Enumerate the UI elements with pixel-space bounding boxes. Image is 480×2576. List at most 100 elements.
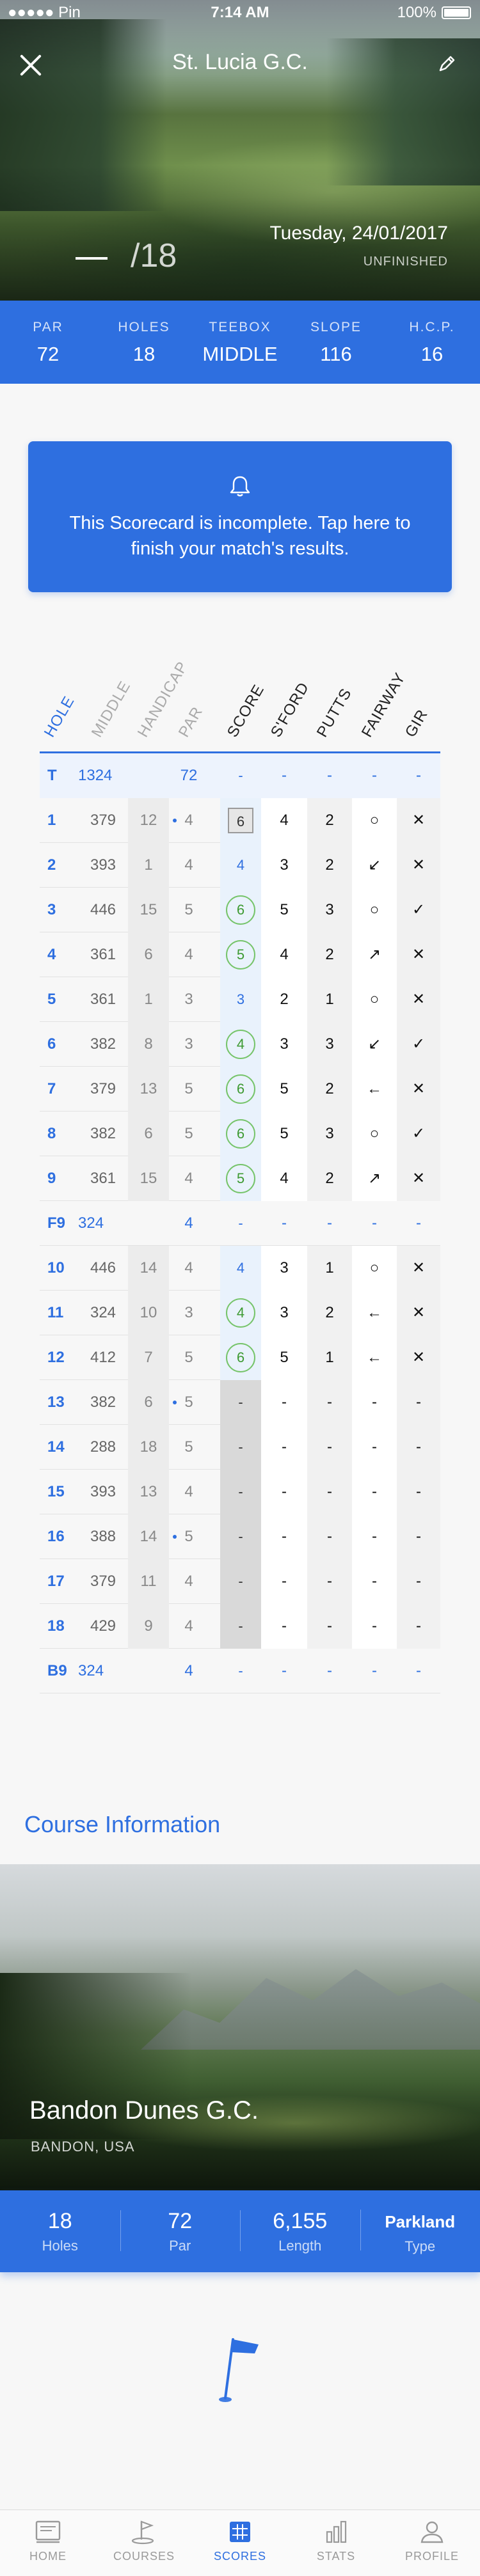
scorecard-row[interactable]: 14 288 18 5- - - - - — [40, 1425, 440, 1470]
scorecard-row[interactable]: 6 382 8 3 3 3 ↙ ✓ 4 — [40, 1022, 440, 1067]
tab-scores[interactable]: SCORES — [192, 2510, 288, 2576]
cell-gir: ✓ — [397, 1022, 440, 1067]
cell-fairway: - — [352, 1470, 397, 1514]
cell-score[interactable]: - — [220, 1514, 261, 1559]
course-stat-value: 6,155 — [273, 2208, 328, 2233]
col-header-par: PAR — [175, 703, 207, 741]
tab-profile[interactable]: PROFILE — [384, 2510, 480, 2576]
cell-score[interactable]: - — [220, 1470, 261, 1514]
cell-gir: ✕ — [397, 843, 440, 888]
col-header-middle: MIDDLE — [88, 678, 134, 741]
cell-fairway: - — [352, 1380, 397, 1425]
scorecard-row[interactable]: 1 379 12 4 4 2 ○ ✕ 6 — [40, 798, 440, 843]
scorecard-row[interactable]: 4 361 6 4 4 2 ↗ ✕ 5 — [40, 932, 440, 977]
cell-score[interactable]: 4 — [220, 1291, 261, 1335]
cell-gir: ✕ — [397, 1246, 440, 1291]
col-header-stableford: S'FORD — [267, 679, 313, 741]
cell-handicap: 18 — [128, 1425, 169, 1470]
cell-hole: 1 — [47, 812, 56, 829]
scorecard-row[interactable]: 7 379 13 5 5 2 ← ✕ 6 — [40, 1067, 440, 1111]
cell-gir: ✓ — [397, 888, 440, 932]
stat-label: SLOPE — [310, 320, 362, 334]
scorecard-row[interactable]: 10 446 14 4 3 1 ○ ✕ 4 — [40, 1246, 440, 1291]
scorecard-row[interactable]: 13 382 6 5- - - - - — [40, 1380, 440, 1425]
current-hole-placeholder — [76, 257, 108, 260]
tab-label: HOME — [29, 2550, 67, 2563]
scorecard-row[interactable]: 12 412 7 5 5 1 ← ✕ 6 — [40, 1335, 440, 1380]
cell-fairway: - — [352, 1604, 397, 1649]
course-title: St. Lucia G.C. — [172, 50, 308, 74]
scorecard-row[interactable]: 9 361 15 4 4 2 ↗ ✕ 5 — [40, 1156, 440, 1201]
score-value: - — [238, 1439, 243, 1455]
tab-label: SCORES — [213, 2550, 267, 2563]
scorecard-row[interactable]: 8 382 6 5 5 3 ○ ✓ 6 — [40, 1111, 440, 1156]
cell-score[interactable]: - — [220, 1559, 261, 1604]
cell-middle: 379 — [90, 1080, 116, 1097]
cell-fairway: ↙ — [352, 843, 397, 888]
scorecard-row[interactable]: 15 393 13 4- - - - - — [40, 1470, 440, 1514]
cell-putts: 1 — [307, 1246, 352, 1291]
cell-score[interactable]: - — [220, 1380, 261, 1425]
cell-stableford: 5 — [261, 888, 307, 932]
stat-value: 72 — [36, 343, 60, 365]
score-value: 6 — [226, 1074, 255, 1104]
score-value: - — [238, 1484, 243, 1500]
round-date: Tuesday, 24/01/2017 — [269, 223, 448, 244]
cell-score[interactable]: - — [220, 1604, 261, 1649]
cell-score[interactable]: 4 — [220, 843, 261, 888]
score-value: 5 — [226, 940, 255, 970]
cell-score[interactable]: 5 — [220, 932, 261, 977]
stat-label: TEEBOX — [209, 320, 271, 334]
cell-stableford: - — [261, 1380, 307, 1425]
incomplete-scorecard-alert[interactable]: This Scorecard is incomplete. Tap here t… — [28, 441, 452, 592]
cell-putts: - — [327, 767, 332, 784]
scorecard-row[interactable]: 11 324 10 3 3 2 ← ✕ 4 — [40, 1291, 440, 1335]
cell-score[interactable]: 4 — [220, 1246, 261, 1291]
cell-score[interactable]: 6 — [220, 1067, 261, 1111]
cell-putts: - — [307, 1559, 352, 1604]
cell-gir: ✓ — [397, 1111, 440, 1156]
cell-hole: 8 — [47, 1125, 56, 1142]
cell-score[interactable]: 3 — [220, 977, 261, 1022]
cell-handicap: 12 — [128, 798, 169, 843]
tab-home[interactable]: HOME — [0, 2510, 96, 2576]
cell-middle: 379 — [90, 1573, 116, 1590]
cell-score: - — [220, 1649, 261, 1693]
scorecard-row[interactable]: 16 388 14 5- - - - - — [40, 1514, 440, 1559]
cell-fairway: - — [352, 1559, 397, 1604]
edit-icon[interactable] — [438, 54, 457, 73]
cell-gir: - — [416, 1662, 421, 1679]
cell-score[interactable]: 5 — [220, 1156, 261, 1201]
cell-handicap: 15 — [128, 1156, 169, 1201]
cell-middle: 361 — [90, 1170, 116, 1187]
cell-score[interactable]: 6 — [220, 798, 261, 843]
score-value: 6 — [226, 1119, 255, 1149]
stat-value: MIDDLE — [202, 343, 278, 365]
scorecard-row[interactable]: 2 393 1 4 3 2 ↙ ✕ 4 — [40, 843, 440, 888]
cell-score[interactable]: 6 — [220, 888, 261, 932]
cell-stableford: 3 — [261, 1022, 307, 1067]
tab-stats[interactable]: STATS — [288, 2510, 384, 2576]
tab-bar: HOME COURSES SCORES STATS PROFILE — [0, 2509, 480, 2576]
cell-stableford: 5 — [261, 1067, 307, 1111]
cell-handicap: 1 — [128, 977, 169, 1022]
course-stat-label: Par — [169, 2237, 191, 2254]
cell-middle: 324 — [78, 1662, 104, 1679]
col-header-hole: HOLE — [40, 693, 78, 741]
scorecard-row[interactable]: 5 361 1 3 2 1 ○ ✕ 3 — [40, 977, 440, 1022]
tab-courses[interactable]: COURSES — [96, 2510, 192, 2576]
score-value: - — [238, 1618, 243, 1634]
cell-score[interactable]: - — [220, 1425, 261, 1470]
cell-gir: ✕ — [397, 932, 440, 977]
cell-handicap: 15 — [128, 888, 169, 932]
scorecard-row[interactable]: 17 379 11 4- - - - - — [40, 1559, 440, 1604]
stat-handicap: H.C.P. 16 — [384, 301, 480, 384]
scorecard-row[interactable]: 3 446 15 5 5 3 ○ ✓ 6 — [40, 888, 440, 932]
scorecard-row[interactable]: 18 429 9 4- - - - - — [40, 1604, 440, 1649]
cell-score[interactable]: 6 — [220, 1111, 261, 1156]
stat-value: 16 — [420, 343, 444, 365]
round-status: UNFINISHED — [363, 255, 448, 269]
cell-score[interactable]: 4 — [220, 1022, 261, 1067]
cell-middle: 393 — [90, 1483, 116, 1500]
cell-score[interactable]: 6 — [220, 1335, 261, 1380]
